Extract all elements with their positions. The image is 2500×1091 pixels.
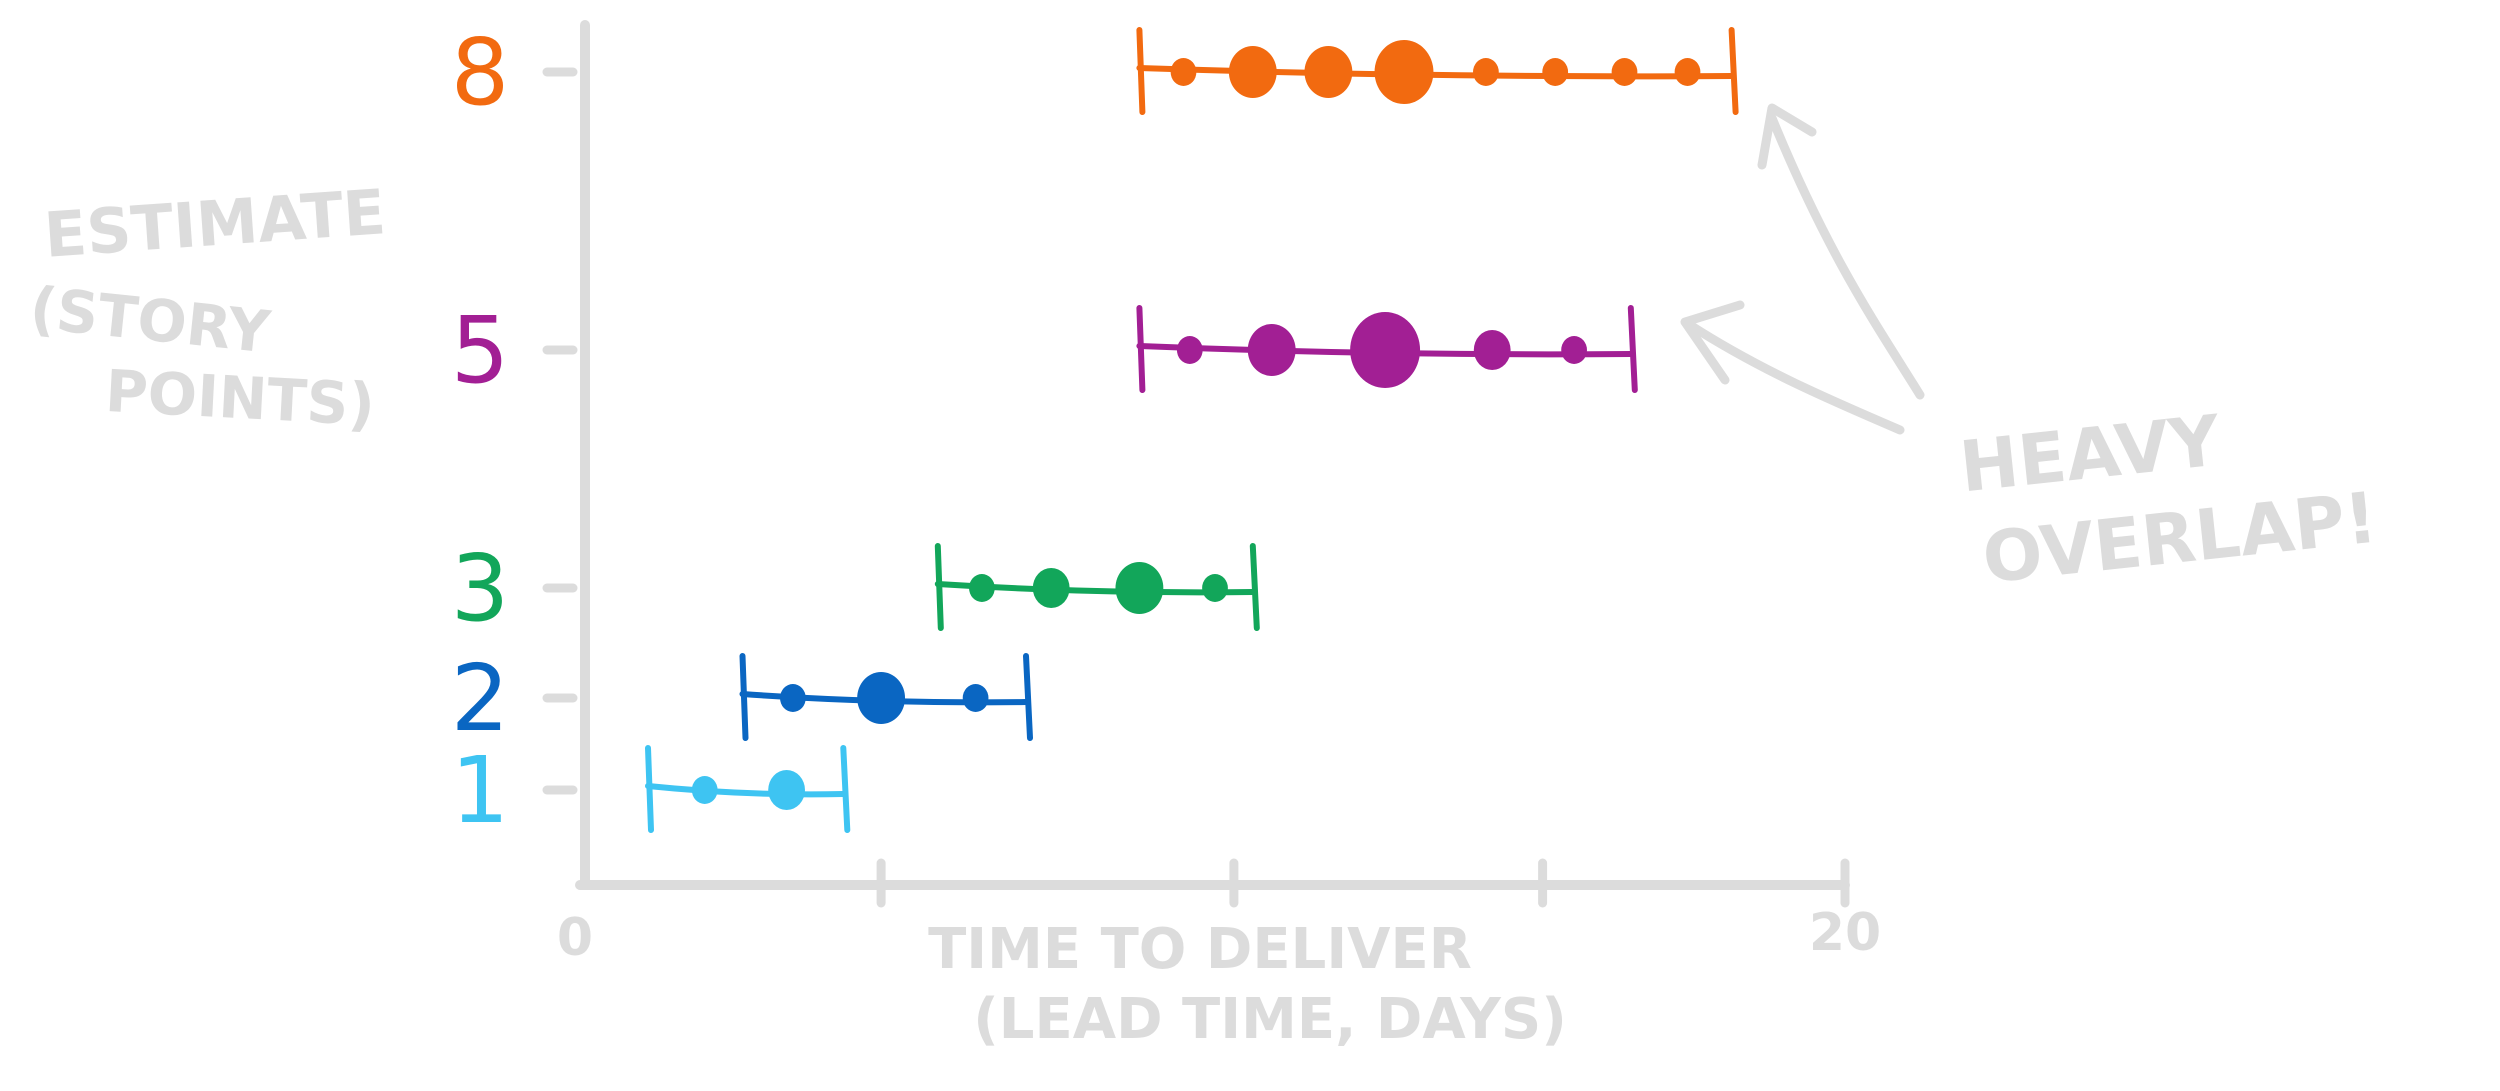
data-point-8 [1304,46,1353,98]
x-axis-label-line-1: TIME TO DELIVER [928,917,1472,982]
x-axis-label-line-2: (LEAD TIME, DAYS) [973,987,1567,1052]
x-tick-label-0: 0 [557,908,593,968]
data-point-3 [969,574,995,602]
y-axis-label-line-1: ESTIMATE [42,175,388,272]
y-tick-label-1: 1 [451,737,510,844]
data-point-8 [1611,58,1638,86]
range-line-1 [645,783,847,798]
data-point-2 [857,672,906,724]
annotation-arrow-to-8 [1757,103,1925,400]
annotation-arrow-to-5 [1680,300,1905,435]
data-point-2 [780,684,806,712]
data-point-8 [1674,58,1701,86]
data-point-1 [691,776,718,804]
data-point-5 [1176,336,1203,364]
data-point-3 [1032,568,1070,608]
x-tick-label-20: 20 [1809,903,1881,963]
series-5 [1136,305,1638,393]
y-tick-label-5: 5 [451,297,510,404]
data-point-5 [1247,324,1296,376]
data-point-8 [1542,58,1569,86]
data-point-5 [1561,336,1587,364]
data-point-8 [1228,46,1277,98]
range-max-cap-3 [1249,543,1260,631]
data-point-2 [962,684,989,712]
lead-time-chart: 123 5 8 0 20 ESTIMATE (STORY POINTS) TIME T… [27,19,2381,1052]
series-2 [739,653,1033,741]
y-tick-label-2: 2 [451,645,510,752]
series-8 [1136,27,1739,115]
range-min-cap-1 [645,745,654,833]
range-line-8 [1136,65,1735,80]
data-point-8 [1170,58,1197,86]
y-tick-label-8: 8 [451,19,510,126]
data-point-3 [1115,562,1164,614]
range-max-cap-2 [1023,653,1033,741]
range-min-cap-2 [739,653,749,741]
data-point-1 [768,770,805,810]
series-1 [645,745,851,833]
range-min-cap-8 [1136,27,1146,115]
y-axis-ticks: 123 5 8 [451,19,578,844]
data-point-5 [1350,312,1421,388]
series-3 [934,543,1260,631]
y-tick-label-3: 3 [451,535,510,642]
data-point-8 [1473,58,1499,86]
range-min-cap-3 [934,543,944,631]
range-min-cap-5 [1136,305,1146,393]
data-point-3 [1202,574,1228,602]
axes [575,20,1850,890]
range-max-cap-5 [1627,305,1638,393]
y-axis-label-line-3: POINTS) [104,357,377,439]
data-point-8 [1374,40,1434,104]
y-axis-label-line-2: (STORY [27,274,274,367]
range-max-cap-8 [1728,27,1739,115]
annotation-line-1: HEAVY [1956,399,2225,508]
data-point-5 [1473,330,1511,370]
range-max-cap-1 [840,745,851,833]
series-layer [645,27,1739,833]
